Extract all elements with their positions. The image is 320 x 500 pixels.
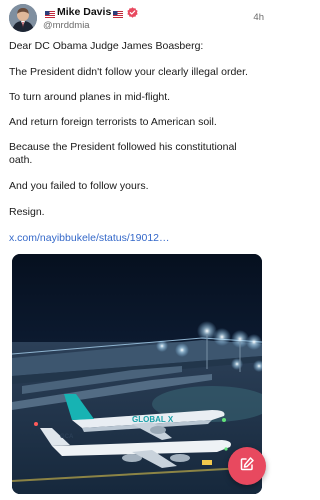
verified-badge-icon [127,6,138,18]
post-paragraph: Because the President followed his const… [9,141,237,167]
post-image[interactable]: GLOBAL X GCA [12,254,262,494]
plane2-tail-text: GCA [60,434,74,440]
author-handle[interactable]: @mrddmia [43,20,90,31]
avatar[interactable] [9,4,37,32]
us-flag-icon [113,9,124,18]
compose-button[interactable] [228,447,266,485]
us-flag-icon [45,9,55,18]
post-paragraph: Dear DC Obama Judge James Boasberg: [9,40,204,52]
compose-icon [239,456,255,477]
post-paragraph: And you failed to follow yours. [9,180,149,192]
plane-livery-text: GLOBAL X [132,415,174,424]
post-paragraph: The President didn't follow your clearly… [9,66,248,78]
author-name-row[interactable]: Mike Davis [43,5,138,19]
post-paragraph: To turn around planes in mid-flight. [9,91,171,103]
author-name[interactable]: Mike Davis [57,6,111,18]
post-timestamp[interactable]: 4h [253,12,264,23]
post-paragraph: Resign. [9,206,45,218]
post-card[interactable]: Mike Davis @mrddmia 4h Dear DC Obama Jud… [0,0,274,500]
post-header: Mike Davis @mrddmia 4h [9,4,267,36]
quoted-post-link[interactable]: x.com/nayibbukele/status/19012… [9,232,170,244]
post-paragraph: And return foreign terrorists to America… [9,116,217,128]
